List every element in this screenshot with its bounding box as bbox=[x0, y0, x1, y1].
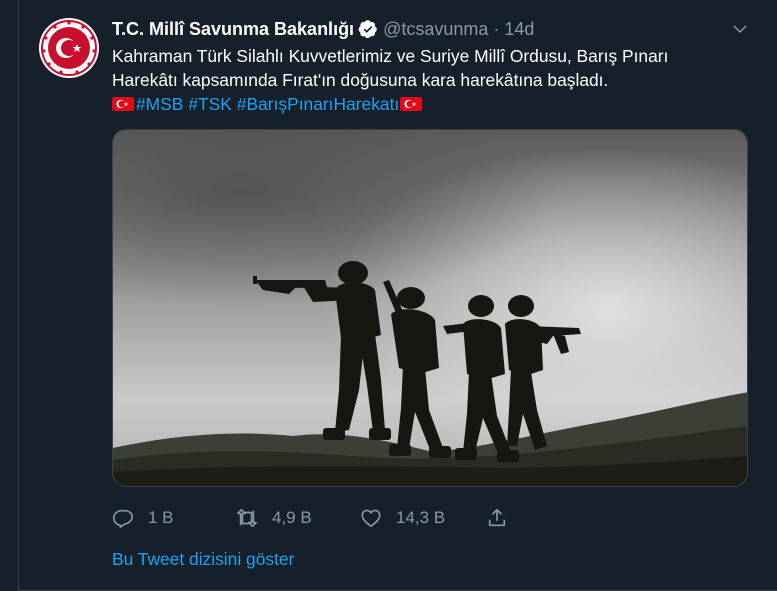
separator-dot: · bbox=[493, 18, 500, 39]
reply-icon bbox=[113, 509, 133, 528]
avatar[interactable] bbox=[39, 18, 99, 78]
tweet[interactable]: T.C. Millî Savunma Bakanlığı @tcsavunma … bbox=[18, 0, 777, 591]
tweet-actions: 1 B 4,9 B 14,3 B bbox=[112, 503, 508, 533]
turkish-flag-icon bbox=[112, 97, 134, 111]
hashtag-tsk[interactable]: #TSK bbox=[188, 92, 232, 116]
chevron-down-icon[interactable] bbox=[731, 20, 749, 38]
tweet-text-line: Kahraman Türk Silahlı Kuvvetlerimiz ve S… bbox=[112, 46, 669, 66]
tweet-photo[interactable] bbox=[112, 129, 748, 487]
tweet-text: Kahraman Türk Silahlı Kuvvetlerimiz ve S… bbox=[112, 44, 742, 116]
reply-button[interactable]: 1 B bbox=[112, 507, 236, 529]
verified-badge-icon bbox=[358, 20, 377, 38]
hashtag-baris-pinari[interactable]: #BarışPınarıHarekatı bbox=[237, 92, 399, 116]
share-icon bbox=[488, 508, 506, 527]
timestamp[interactable]: 14d bbox=[504, 19, 534, 40]
author-handle[interactable]: @tcsavunma bbox=[383, 19, 488, 40]
like-count: 14,3 B bbox=[396, 508, 446, 527]
retweet-button[interactable]: 4,9 B bbox=[236, 507, 360, 529]
tweet-text-line: Harekâtı kapsamında Fırat'ın doğusuna ka… bbox=[112, 70, 609, 90]
retweet-icon bbox=[237, 508, 257, 528]
turkish-flag-icon bbox=[400, 97, 423, 111]
hashtag-msb[interactable]: #MSB bbox=[136, 92, 183, 116]
retweet-count: 4,9 B bbox=[272, 508, 312, 527]
author-name[interactable]: T.C. Millî Savunma Bakanlığı bbox=[112, 19, 354, 40]
show-thread-link[interactable]: Bu Tweet dizisini göster bbox=[112, 549, 294, 570]
share-button[interactable] bbox=[486, 507, 508, 529]
tweet-header: T.C. Millî Savunma Bakanlığı @tcsavunma … bbox=[112, 17, 757, 41]
heart-icon bbox=[361, 509, 381, 528]
hashtag-line: #MSB #TSK #BarışPınarıHarekatı bbox=[112, 92, 742, 116]
like-button[interactable]: 14,3 B bbox=[360, 507, 486, 529]
reply-count: 1 B bbox=[148, 508, 174, 527]
